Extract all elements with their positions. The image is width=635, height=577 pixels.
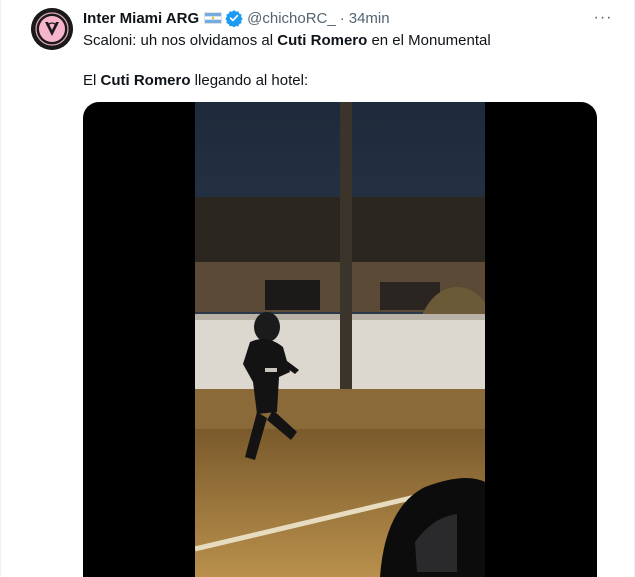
video-frame[interactable] [195, 102, 485, 577]
tweet[interactable]: Inter Miami ARG @chichoRC_ · 34min ··· S… [15, 0, 623, 577]
separator-dot: · [339, 9, 345, 27]
tweet-text-bold: Cuti Romero [277, 32, 368, 49]
tweet-header: Inter Miami ARG @chichoRC_ · 34min [83, 8, 603, 28]
tweet-text-line-2: El Cuti Romero llegando al hotel: [83, 71, 308, 91]
argentina-flag-icon [204, 12, 223, 24]
author-handle[interactable]: @chichoRC_ [247, 10, 336, 27]
video-player[interactable] [83, 102, 597, 577]
timestamp[interactable]: 34min [349, 10, 390, 27]
video-still-image [195, 102, 485, 577]
tweet-text-line-1: Scaloni: uh nos olvidamos al Cuti Romero… [83, 31, 491, 51]
inter-miami-crest-icon [31, 8, 73, 50]
tweet-text-bold: Cuti Romero [100, 72, 191, 89]
tweet-text-segment: en el Monumental [367, 32, 491, 49]
more-options-icon[interactable]: ··· [591, 6, 615, 30]
tweet-text-segment: Scaloni: uh nos olvidamos al [83, 32, 278, 49]
verified-badge-icon [225, 9, 243, 28]
author-name[interactable]: Inter Miami ARG [83, 10, 199, 27]
timeline-frame: Inter Miami ARG @chichoRC_ · 34min ··· S… [0, 0, 635, 577]
avatar[interactable] [31, 8, 73, 50]
tweet-text-segment: llegando al hotel: [190, 72, 309, 89]
tweet-text-segment: El [83, 72, 101, 89]
